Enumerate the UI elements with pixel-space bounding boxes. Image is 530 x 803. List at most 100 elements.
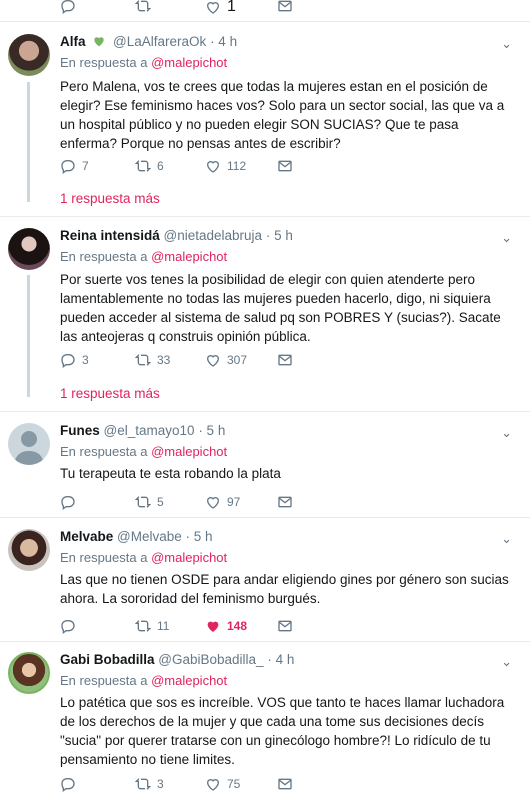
timestamp[interactable]: · 4 h <box>210 34 237 49</box>
envelope-icon <box>278 0 292 12</box>
display-name[interactable]: Reina intensidá <box>60 228 160 243</box>
retweet-count: 11 <box>157 619 170 633</box>
retweet-button[interactable]: 3 <box>135 776 164 792</box>
reply-icon <box>61 778 75 792</box>
timestamp[interactable]: · 5 h <box>198 423 225 438</box>
heart-icon <box>206 355 220 367</box>
reply-button[interactable]: 3 <box>60 352 89 368</box>
dm-button[interactable] <box>277 776 293 792</box>
dm-button[interactable] <box>277 618 293 634</box>
user-handle[interactable]: @LaAlfareraOk <box>113 34 206 49</box>
user-handle[interactable]: @nietadelabruja <box>164 228 263 243</box>
reply-button[interactable] <box>60 776 82 792</box>
dm-button[interactable] <box>277 0 293 14</box>
heart-icon <box>206 161 220 173</box>
mention-link[interactable]: @malepichot <box>151 673 227 688</box>
like-button[interactable]: 307 <box>205 352 247 368</box>
heart-filled-icon <box>207 621 219 632</box>
mention-link[interactable]: @malepichot <box>151 444 227 459</box>
display-name[interactable]: Alfa <box>60 34 86 49</box>
like-button[interactable]: 75 <box>205 776 240 792</box>
reply-icon <box>61 0 75 14</box>
envelope-icon <box>278 496 292 508</box>
tweet-melvabe[interactable]: Melvabe @Melvabe · 5 h ⌄ En respuesta a … <box>0 518 530 642</box>
like-count: 97 <box>227 495 241 509</box>
display-name[interactable]: Gabi Bobadilla <box>60 652 155 667</box>
tweet-header: Funes @el_tamayo10 · 5 h <box>60 423 225 438</box>
dm-button[interactable] <box>277 494 293 510</box>
reply-count: 7 <box>82 159 89 173</box>
reply-button[interactable] <box>60 618 82 634</box>
show-more-replies-link[interactable]: 1 respuesta más <box>60 386 160 401</box>
thread-line <box>27 82 30 202</box>
chevron-down-icon[interactable]: ⌄ <box>501 425 512 441</box>
mention-link[interactable]: @malepichot <box>151 55 227 70</box>
mention-link[interactable]: @malepichot <box>151 249 227 264</box>
avatar[interactable] <box>8 34 50 76</box>
display-name[interactable]: Melvabe <box>60 529 113 544</box>
tweet-gabi[interactable]: Gabi Bobadilla @GabiBobadilla_ · 4 h ⌄ E… <box>0 642 530 803</box>
tweet-alfa[interactable]: Alfa @LaAlfareraOk · 4 h ⌄ En respuesta … <box>0 22 530 217</box>
user-handle[interactable]: @el_tamayo10 <box>104 423 195 438</box>
reply-button[interactable]: 7 <box>60 158 89 174</box>
retweet-button[interactable]: 11 <box>135 618 169 634</box>
tweet-text: Pero Malena, vos te crees que todas la m… <box>60 79 505 151</box>
display-name[interactable]: Funes <box>60 423 100 438</box>
retweet-button[interactable] <box>135 0 157 14</box>
reply-context: En respuesta a @malepichot <box>60 673 228 688</box>
retweet-button[interactable]: 5 <box>135 494 164 510</box>
chevron-down-icon[interactable]: ⌄ <box>501 654 512 670</box>
retweet-icon <box>135 354 151 366</box>
user-handle[interactable]: @Melvabe <box>117 529 182 544</box>
retweet-count: 5 <box>157 495 164 509</box>
retweet-button[interactable]: 33 <box>135 352 170 368</box>
retweet-icon <box>135 778 151 790</box>
reply-button[interactable] <box>60 494 82 510</box>
thread-line <box>27 275 30 397</box>
avatar[interactable] <box>8 228 50 270</box>
avatar[interactable] <box>8 423 50 465</box>
retweet-icon <box>135 160 151 172</box>
reply-context: En respuesta a @malepichot <box>60 444 228 459</box>
envelope-icon <box>278 160 292 172</box>
dm-button[interactable] <box>277 158 293 174</box>
tweet-funes[interactable]: Funes @el_tamayo10 · 5 h ⌄ En respuesta … <box>0 412 530 518</box>
chevron-down-icon[interactable]: ⌄ <box>501 230 512 246</box>
timestamp[interactable]: · 5 h <box>186 529 213 544</box>
reply-icon <box>61 496 75 510</box>
avatar[interactable] <box>8 652 50 694</box>
tweet-header: Alfa @LaAlfareraOk · 4 h <box>60 34 237 49</box>
tweet-actions: 5 97 <box>60 494 310 514</box>
retweet-count: 6 <box>157 159 164 173</box>
tweet-text: Las que no tienen OSDE para andar eligie… <box>60 572 509 606</box>
retweet-count: 3 <box>157 777 164 791</box>
chevron-down-icon[interactable]: ⌄ <box>501 531 512 547</box>
heart-icon <box>206 497 220 509</box>
avatar[interactable] <box>8 529 50 571</box>
show-more-replies-link[interactable]: 1 respuesta más <box>60 191 160 206</box>
like-button[interactable]: 112 <box>205 158 246 174</box>
like-button[interactable]: 1 <box>205 0 236 16</box>
tweet-header: Gabi Bobadilla @GabiBobadilla_ · 4 h <box>60 652 294 667</box>
default-avatar-icon <box>14 431 44 465</box>
tweet-reina[interactable]: Reina intensidá @nietadelabruja · 5 h ⌄ … <box>0 217 530 412</box>
timestamp[interactable]: · 5 h <box>266 228 293 243</box>
user-handle[interactable]: @GabiBobadilla_ <box>158 652 263 667</box>
envelope-icon <box>278 620 292 632</box>
retweet-icon <box>135 496 151 508</box>
retweet-button[interactable]: 6 <box>135 158 164 174</box>
dm-button[interactable] <box>277 352 293 368</box>
chevron-down-icon[interactable]: ⌄ <box>501 36 512 52</box>
like-button[interactable]: 97 <box>205 494 240 510</box>
timestamp[interactable]: · 4 h <box>267 652 294 667</box>
reply-icon <box>61 160 75 174</box>
reply-button[interactable] <box>60 0 76 14</box>
heart-icon <box>206 2 220 14</box>
mention-link[interactable]: @malepichot <box>151 550 227 565</box>
tweet-actions: 3 75 <box>60 776 310 796</box>
tweet-actions: 7 6 112 <box>60 158 310 178</box>
like-count: 307 <box>227 353 248 367</box>
reply-count: 3 <box>82 353 89 367</box>
green-heart-icon <box>94 37 104 47</box>
like-button[interactable]: 148 <box>205 618 247 634</box>
